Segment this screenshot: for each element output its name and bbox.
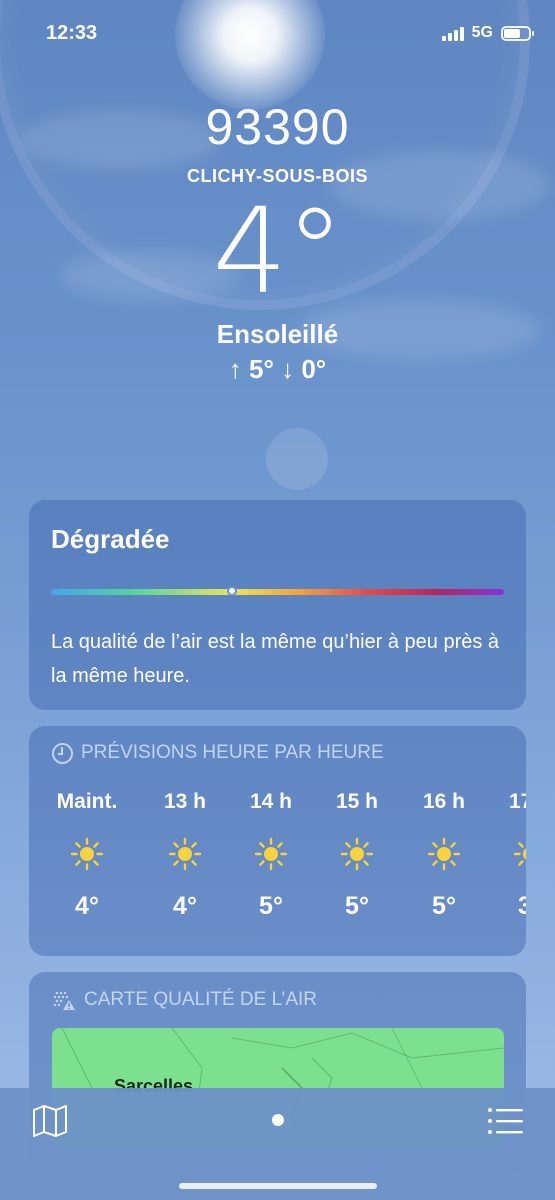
hourly-forecast-item: 15 h 5°: [312, 790, 402, 921]
high-low: ↑ 5° ↓ 0°: [228, 354, 327, 384]
sun-icon: [168, 837, 202, 871]
signal-icon: [441, 26, 464, 41]
clock-icon: [52, 742, 73, 764]
hourly-forecast-item: 13 h 4°: [140, 790, 230, 921]
lens-flare: [266, 428, 328, 490]
hourly-forecast-item: 17 h 3°: [485, 790, 526, 921]
hourly-temperature: 4°: [75, 892, 99, 920]
map-icon[interactable]: [32, 1104, 68, 1138]
page-indicator-dot[interactable]: [272, 1114, 284, 1126]
air-quality-description: La qualité de l’air est la même qu’hier …: [51, 631, 500, 687]
hourly-forecast-header: PRÉVISIONS HEURE PAR HEURE: [52, 742, 526, 764]
current-condition: Ensoleillé: [216, 319, 339, 349]
hourly-temperature: 3°: [518, 892, 526, 920]
hourly-time: 14 h: [249, 790, 293, 813]
hourly-temperature: 5°: [432, 892, 456, 920]
list-icon[interactable]: [487, 1106, 523, 1136]
hourly-time: 13 h: [163, 790, 207, 813]
air-quality-map-header: CARTE QUALITÉ DE L’AIR: [52, 988, 526, 1012]
hourly-temperature: 4°: [173, 892, 197, 920]
home-indicator[interactable]: [179, 1183, 377, 1189]
hourly-forecast-title: PRÉVISIONS HEURE PAR HEURE: [81, 742, 384, 763]
air-quality-map-icon: [53, 991, 75, 1010]
hourly-time: 15 h: [335, 790, 379, 813]
status-icons: 5G: [441, 24, 534, 42]
sun-icon: [340, 837, 374, 871]
hourly-temperature: 5°: [259, 892, 283, 920]
location-header: 93390 CLICHY-SOUS-BOIS 4° Ensoleillé ↑ 5…: [0, 98, 555, 385]
air-quality-card[interactable]: Dégradée La qualité de l’air est la même…: [29, 500, 526, 710]
hourly-forecast-card[interactable]: PRÉVISIONS HEURE PAR HEURE Maint. 4° 13 h 4…: [29, 726, 526, 956]
hourly-forecast-item: Maint. 4°: [42, 790, 132, 921]
hourly-time: 16 h: [422, 790, 466, 813]
sun-icon: [70, 837, 104, 871]
network-type: 5G: [471, 24, 493, 41]
hourly-forecast-row[interactable]: Maint. 4° 13 h 4° 14 h 5° 15 h 5° 16 h 5° 17 h 3°: [52, 790, 526, 940]
air-quality-level: Dégradée: [51, 524, 170, 554]
hourly-temperature: 5°: [345, 892, 369, 920]
hourly-time: Maint.: [56, 790, 118, 813]
sun-icon: [254, 837, 288, 871]
hourly-time: 17 h: [508, 790, 526, 813]
hourly-forecast-item: 14 h 5°: [226, 790, 316, 921]
air-quality-indicator: [227, 586, 238, 596]
battery-icon: [501, 25, 534, 41]
status-bar: 12:33 5G: [0, 0, 555, 70]
air-quality-map-title: CARTE QUALITÉ DE L’AIR: [84, 989, 317, 1010]
sun-icon: [427, 837, 461, 871]
location-postal-code: 93390: [205, 99, 350, 155]
sun-icon: [513, 842, 526, 866]
air-quality-scale: [51, 586, 504, 596]
hourly-forecast-item: 16 h 5°: [399, 790, 489, 921]
status-time: 12:33: [46, 22, 98, 44]
current-temperature: 4°: [212, 182, 344, 320]
